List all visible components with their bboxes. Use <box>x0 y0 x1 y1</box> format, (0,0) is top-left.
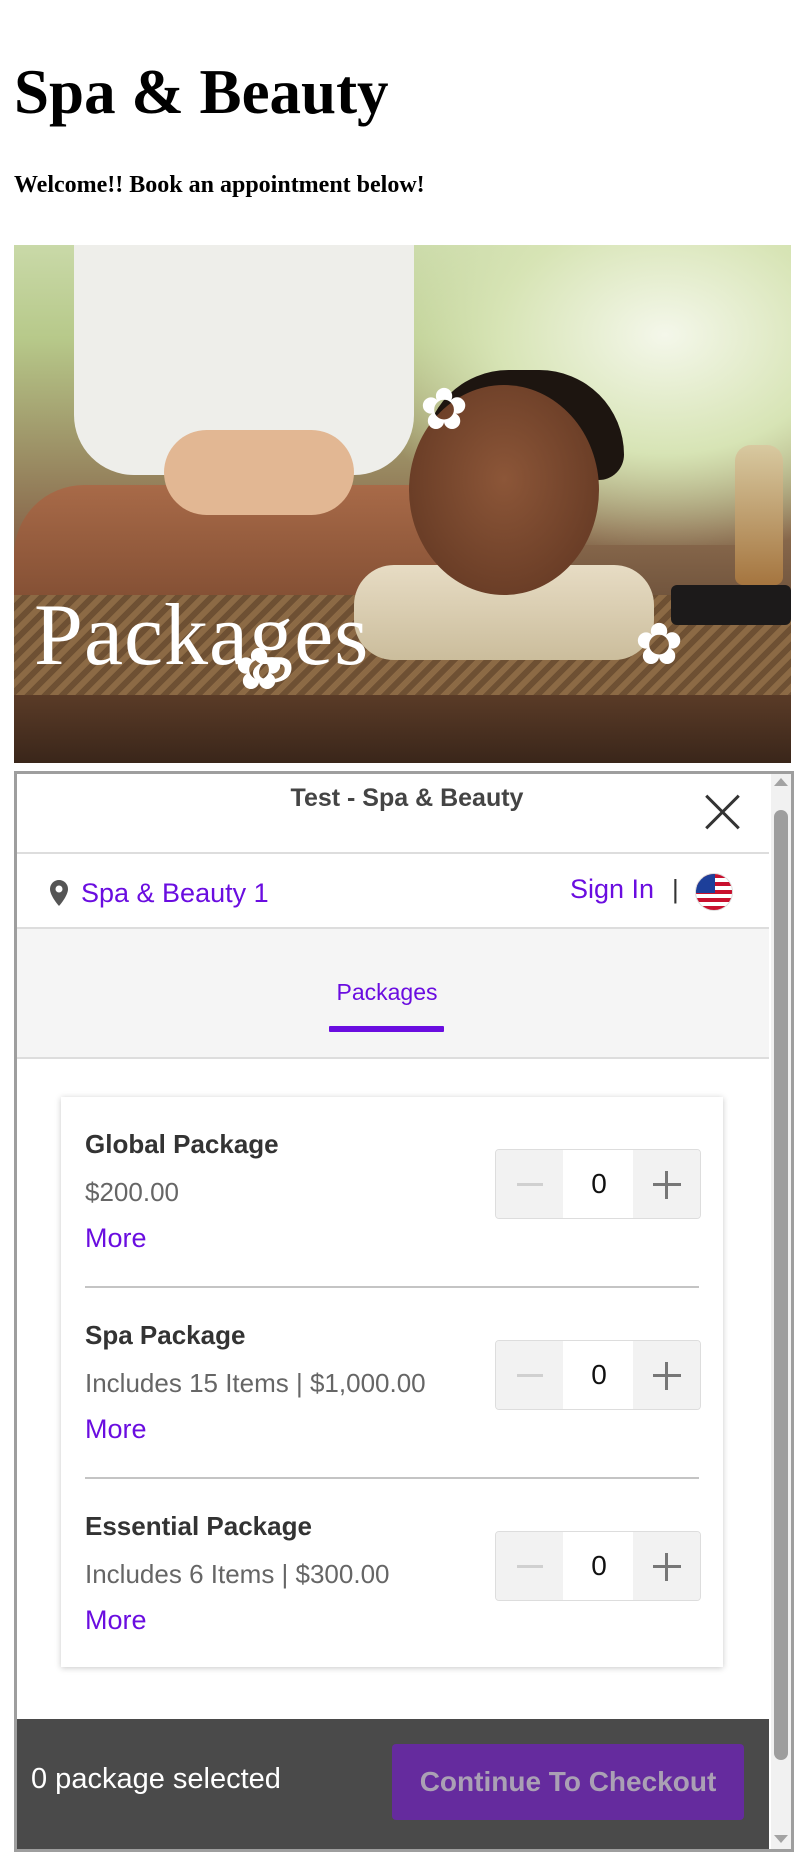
tab-packages[interactable]: Packages <box>327 979 447 1006</box>
page-title: Spa & Beauty <box>14 57 389 127</box>
separator: | <box>672 874 679 904</box>
welcome-text: Welcome!! Book an appointment below! <box>14 172 425 198</box>
quantity-value[interactable]: 0 <box>563 1150 635 1218</box>
selection-count: 0 package selected <box>31 1763 281 1795</box>
list-item: Global Package $200.00 More 0 <box>85 1097 701 1288</box>
tab-bar: Packages <box>17 929 769 1059</box>
booking-widget: Test - Spa & Beauty Spa & Beauty 1 Sign … <box>14 771 794 1852</box>
continue-to-checkout-button[interactable]: Continue To Checkout <box>392 1744 744 1820</box>
close-icon[interactable] <box>703 792 743 832</box>
package-name: Essential Package <box>85 1511 312 1541</box>
list-item: Spa Package Includes 15 Items | $1,000.0… <box>85 1288 701 1479</box>
package-name: Spa Package <box>85 1320 246 1350</box>
quantity-value[interactable]: 0 <box>563 1341 635 1409</box>
hero-image: ✿ ✿ ✿ Packages <box>14 245 791 763</box>
scroll-down-icon[interactable] <box>774 1835 788 1843</box>
scroll-thumb[interactable] <box>774 810 788 1760</box>
package-name: Global Package <box>85 1129 279 1159</box>
package-description: Includes 6 Items | $300.00 <box>85 1559 390 1589</box>
plus-icon[interactable] <box>633 1532 700 1600</box>
minus-icon[interactable] <box>496 1532 563 1600</box>
more-link[interactable]: More <box>85 1414 147 1445</box>
quantity-value[interactable]: 0 <box>563 1532 635 1600</box>
active-tab-indicator <box>329 1026 444 1032</box>
location-link[interactable]: Spa & Beauty 1 <box>81 878 269 909</box>
sign-in-link[interactable]: Sign In <box>570 874 654 905</box>
plus-icon[interactable] <box>633 1341 700 1409</box>
list-item: Essential Package Includes 6 Items | $30… <box>85 1479 701 1670</box>
quantity-stepper: 0 <box>495 1340 701 1410</box>
quantity-stepper: 0 <box>495 1531 701 1601</box>
widget-title: Test - Spa & Beauty <box>290 784 524 812</box>
hero-title: Packages <box>34 587 370 684</box>
scroll-up-icon[interactable] <box>774 778 788 786</box>
package-list: Global Package $200.00 More 0 Spa Packag… <box>61 1097 723 1667</box>
more-link[interactable]: More <box>85 1605 147 1636</box>
location-bar: Spa & Beauty 1 Sign In | <box>17 854 769 929</box>
package-description: Includes 15 Items | $1,000.00 <box>85 1368 426 1398</box>
quantity-stepper: 0 <box>495 1149 701 1219</box>
map-pin-icon <box>50 880 68 906</box>
package-description: $200.00 <box>85 1177 179 1207</box>
minus-icon[interactable] <box>496 1341 563 1409</box>
us-flag-icon[interactable] <box>695 873 733 911</box>
plus-icon[interactable] <box>633 1150 700 1218</box>
scrollbar[interactable] <box>771 774 791 1849</box>
checkout-footer: 0 package selected Continue To Checkout <box>17 1719 769 1849</box>
widget-header: Test - Spa & Beauty <box>17 774 769 854</box>
more-link[interactable]: More <box>85 1223 147 1254</box>
minus-icon[interactable] <box>496 1150 563 1218</box>
